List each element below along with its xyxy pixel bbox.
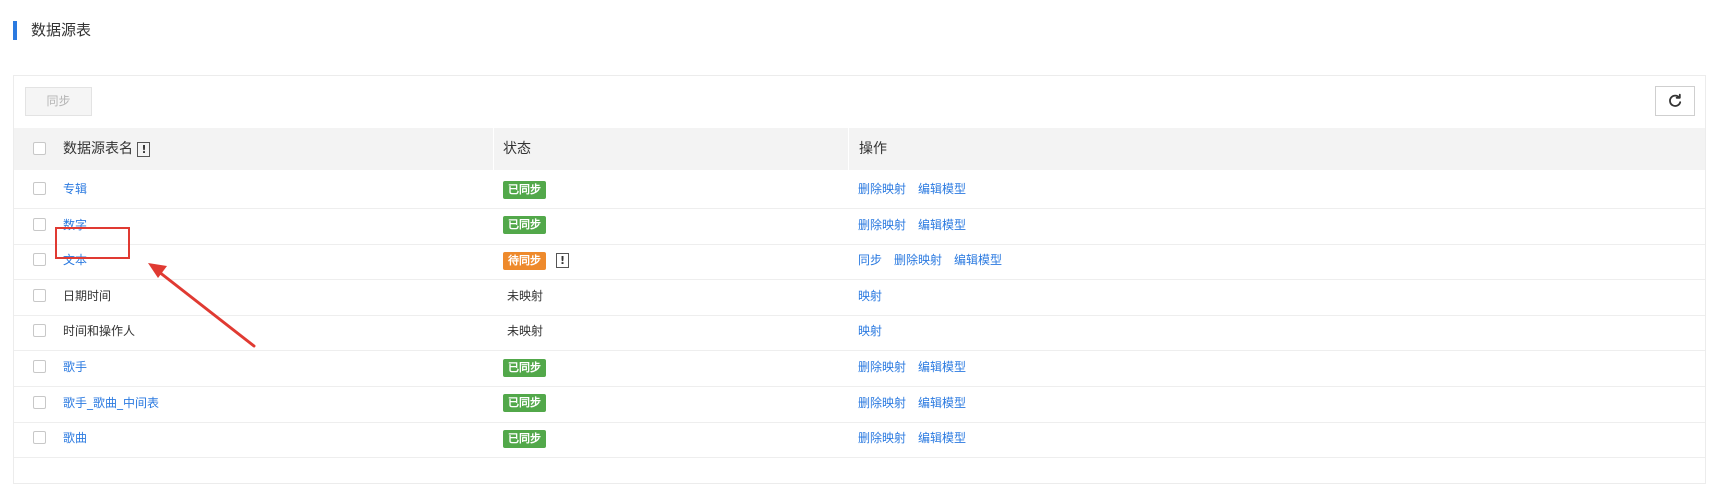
table-name-link[interactable]: 歌手 (63, 360, 87, 374)
name-info-icon[interactable]: ! (137, 141, 151, 157)
table-row: 日期时间 未映射 映射 (14, 277, 1705, 316)
table-name-link[interactable]: 数字 (63, 218, 87, 232)
row-checkbox[interactable] (33, 431, 46, 445)
row-checkbox[interactable] (33, 360, 46, 373)
row-actions-cell: 映射 (858, 312, 894, 350)
select-all-checkbox[interactable] (33, 142, 46, 155)
toolbar: 同步 (14, 76, 1705, 128)
status-badge: 已同步 (503, 394, 546, 413)
row-checkbox[interactable] (33, 288, 46, 302)
header-name: 数据源表名 ! (63, 128, 151, 170)
table-row: 歌手 已同步 删除映射 编辑模型 (14, 348, 1705, 387)
table-name-link[interactable]: 文本 (63, 253, 87, 267)
row-status-cell: 已同步 (503, 170, 546, 208)
row-name-cell: 数字 (63, 206, 87, 244)
action-link[interactable]: 编辑模型 (918, 218, 966, 232)
action-link[interactable]: 删除映射 (858, 182, 906, 196)
row-name-cell: 歌手_歌曲_中间表 (63, 384, 159, 422)
action-link[interactable]: 编辑模型 (918, 182, 966, 196)
table-header: 数据源表名 ! 状态 操作 (14, 128, 1705, 170)
action-link[interactable]: 删除映射 (858, 396, 906, 410)
action-link[interactable]: 编辑模型 (954, 253, 1002, 267)
row-status-cell: 已同步 (503, 348, 546, 386)
table-name-text: 时间和操作人 (63, 324, 136, 339)
status-badge: 已同步 (503, 216, 546, 235)
row-checkbox[interactable] (33, 217, 46, 231)
refresh-icon (1669, 93, 1682, 107)
row-checkbox[interactable] (33, 324, 46, 338)
status-badge: 待同步 (503, 251, 546, 270)
row-actions-cell: 删除映射 编辑模型 (858, 170, 978, 208)
action-link[interactable]: 删除映射 (858, 218, 906, 232)
row-actions-cell: 删除映射 编辑模型 (858, 206, 978, 244)
header-actions: 操作 (859, 141, 887, 157)
row-status-cell: 待同步! (503, 241, 569, 279)
table-name-link[interactable]: 歌手_歌曲_中间表 (63, 396, 159, 410)
row-name-cell: 文本 (63, 241, 87, 279)
refresh-button[interactable] (1655, 86, 1695, 116)
action-link[interactable]: 编辑模型 (918, 396, 966, 410)
header-name-label: 数据源表名 (63, 141, 133, 157)
table-row: 时间和操作人 未映射 映射 (14, 312, 1705, 352)
table-name-link[interactable]: 专辑 (63, 182, 87, 196)
row-status-cell: 已同步 (503, 419, 546, 457)
row-checkbox[interactable] (33, 182, 46, 195)
table-name-link[interactable]: 歌曲 (63, 431, 87, 445)
row-actions-cell: 删除映射 编辑模型 (858, 384, 978, 422)
action-link[interactable]: 映射 (858, 324, 882, 338)
row-status-cell: 已同步 (503, 206, 546, 244)
table-row: 歌手_歌曲_中间表 已同步 删除映射 编辑模型 (14, 384, 1705, 423)
row-name-cell: 歌手 (63, 348, 87, 386)
table-row: 专辑 已同步 删除映射 编辑模型 (14, 170, 1705, 209)
action-link[interactable]: 删除映射 (858, 431, 906, 445)
status-info-icon[interactable]: ! (556, 253, 569, 269)
action-link[interactable]: 编辑模型 (918, 360, 966, 374)
row-name-cell: 歌曲 (63, 419, 87, 457)
sync-button[interactable]: 同步 (25, 87, 92, 116)
row-actions-cell: 删除映射 编辑模型 (858, 348, 978, 386)
table-name-text: 日期时间 (63, 288, 112, 303)
row-checkbox[interactable] (33, 253, 46, 267)
row-name-cell: 专辑 (63, 170, 87, 208)
action-link[interactable]: 编辑模型 (918, 431, 966, 445)
row-actions-cell: 同步 删除映射 编辑模型 (858, 241, 1014, 279)
page-title: 数据源表 (13, 21, 91, 40)
row-actions-cell: 删除映射 编辑模型 (858, 419, 978, 457)
status-badge: 未映射 (507, 288, 544, 303)
table-row: 文本 待同步! 同步 删除映射 编辑模型 (14, 241, 1705, 281)
status-badge: 已同步 (503, 429, 546, 448)
column-divider (493, 128, 494, 170)
row-status-cell: 未映射 (503, 312, 543, 350)
column-divider (848, 128, 849, 170)
row-name-cell: 日期时间 (63, 277, 111, 315)
action-link[interactable]: 同步 (858, 253, 882, 267)
action-link[interactable]: 映射 (858, 289, 882, 303)
action-link[interactable]: 删除映射 (894, 253, 942, 267)
action-link[interactable]: 删除映射 (858, 360, 906, 374)
header-status: 状态 (503, 141, 531, 157)
row-status-cell: 已同步 (503, 384, 546, 422)
table-row: 歌曲 已同步 删除映射 编辑模型 (14, 419, 1705, 459)
row-name-cell: 时间和操作人 (63, 312, 135, 350)
status-badge: 已同步 (503, 180, 546, 199)
status-badge: 已同步 (503, 358, 546, 377)
table-row: 数字 已同步 删除映射 编辑模型 (14, 206, 1705, 245)
row-status-cell: 未映射 (503, 277, 543, 315)
data-source-table-panel: 同步 数据源表名 ! 状态 操作 专辑 已同步 删除映射 编辑模型 数字 已同步 删除映射编… (13, 75, 1706, 484)
status-badge: 未映射 (507, 324, 544, 339)
row-actions-cell: 映射 (858, 277, 894, 315)
row-checkbox[interactable] (33, 395, 46, 409)
